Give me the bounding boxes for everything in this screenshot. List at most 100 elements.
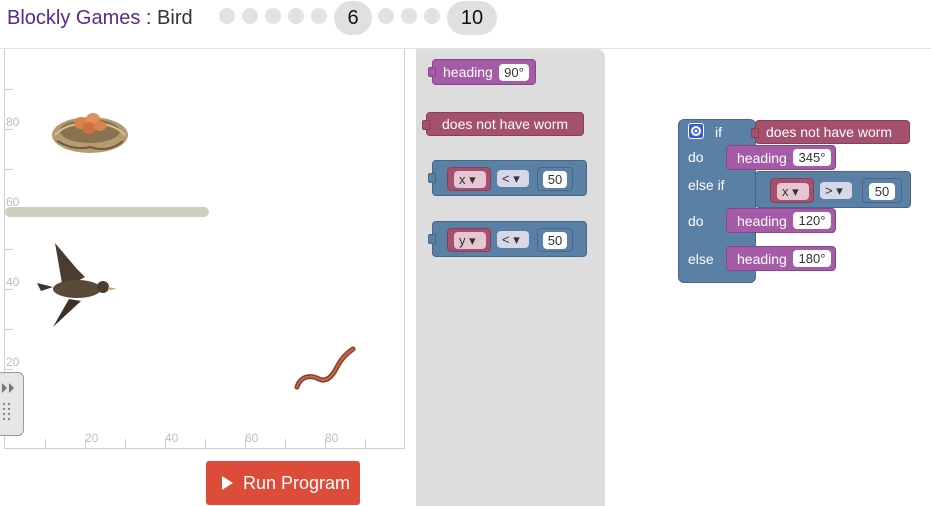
y-axis-label-20: 20 — [6, 355, 20, 369]
number-block[interactable]: 50 — [537, 228, 573, 252]
app-title: Blockly Games : Bird — [7, 7, 193, 30]
x-tick — [45, 439, 46, 448]
x-tick — [285, 439, 286, 448]
heading-angle-field[interactable]: 345° — [793, 149, 831, 166]
y-tick — [5, 169, 13, 170]
y-axis-label-80: 80 — [6, 115, 20, 129]
level-10-button[interactable]: 10 — [447, 1, 497, 35]
level-3-button[interactable] — [265, 8, 281, 24]
x-tick — [125, 439, 126, 448]
wall — [5, 207, 209, 217]
do-label: do — [688, 213, 704, 229]
nest-icon — [52, 113, 128, 153]
heading-label: heading — [737, 213, 787, 229]
x-axis-label-60: 60 — [245, 431, 259, 445]
flyout-toggle-tab[interactable] — [0, 372, 24, 436]
y-tick — [5, 129, 13, 130]
number-block[interactable]: 50 — [537, 167, 573, 191]
heading-label: heading — [737, 150, 787, 166]
heading-label: heading — [737, 251, 787, 267]
operator-value: < — [502, 232, 510, 247]
x-axis-label-40: 40 — [165, 431, 179, 445]
operator-value: > — [825, 183, 833, 198]
else-if-label: else if — [688, 177, 725, 193]
heading-angle-field[interactable]: 180° — [793, 250, 831, 267]
y-variable-block[interactable]: y ▾ — [447, 228, 491, 252]
x-variable-dropdown[interactable]: x ▾ — [777, 183, 809, 200]
heading-block[interactable]: heading 345° — [726, 145, 836, 170]
block-tab — [428, 234, 436, 244]
game-visualization: 80 60 40 20 20 40 60 80 — [4, 49, 405, 449]
level-1-button[interactable] — [219, 8, 235, 24]
number-block[interactable]: 50 — [862, 178, 902, 203]
compare-operator-dropdown[interactable]: < ▾ — [497, 170, 529, 187]
gear-icon[interactable] — [688, 123, 704, 139]
block-tab — [422, 120, 430, 130]
compare-operator-dropdown[interactable]: < ▾ — [497, 231, 529, 248]
expand-arrows-icon — [2, 383, 14, 420]
compare-x-block[interactable]: x ▾ < ▾ 50 — [428, 160, 587, 196]
x-variable-block[interactable]: x ▾ — [447, 167, 491, 191]
x-tick — [85, 439, 86, 448]
heading-block[interactable]: heading 90° — [428, 59, 536, 85]
x-variable-block[interactable]: x ▾ — [770, 178, 814, 203]
level-7-button[interactable] — [378, 8, 394, 24]
heading-block[interactable]: heading 180° — [726, 246, 836, 271]
x-tick — [205, 439, 206, 448]
does-not-have-worm-label: does not have worm — [766, 124, 893, 140]
block-tab — [428, 67, 436, 77]
x-tick — [325, 439, 326, 448]
run-program-label: Run Program — [243, 473, 351, 493]
level-5-button[interactable] — [311, 8, 327, 24]
run-program-button[interactable]: Run Program — [206, 461, 360, 505]
x-tick — [165, 439, 166, 448]
level-6-current-button[interactable]: 6 — [334, 1, 372, 35]
level-2-button[interactable] — [242, 8, 258, 24]
heading-angle-field[interactable]: 90° — [499, 64, 529, 81]
x-tick — [365, 439, 366, 448]
title-separator: : — [140, 7, 158, 29]
block-tab — [428, 173, 436, 183]
y-tick — [5, 289, 13, 290]
do-label: do — [688, 149, 704, 165]
x-tick — [245, 439, 246, 448]
compare-operator-dropdown[interactable]: > ▾ — [820, 182, 852, 199]
block-tab — [751, 128, 759, 138]
x-axis-label-20: 20 — [85, 431, 99, 445]
does-not-have-worm-label: does not have worm — [442, 116, 569, 132]
app-name-link[interactable]: Blockly Games — [7, 7, 140, 29]
level-9-button[interactable] — [424, 8, 440, 24]
header: Blockly Games : Bird 6 10 — [0, 0, 931, 40]
compare-y-block[interactable]: y ▾ < ▾ 50 — [428, 221, 587, 257]
toolbox-flyout: heading 90° does not have worm x ▾ < ▾ 5… — [416, 49, 605, 506]
number-field[interactable]: 50 — [543, 171, 567, 188]
x-variable-value: x — [459, 172, 466, 187]
number-field[interactable]: 50 — [869, 183, 895, 200]
y-tick — [5, 249, 13, 250]
level-8-button[interactable] — [401, 8, 417, 24]
if-label: if — [715, 124, 722, 140]
y-tick — [5, 329, 13, 330]
x-axis-label-80: 80 — [325, 431, 339, 445]
play-icon — [222, 476, 233, 490]
y-variable-dropdown[interactable]: y ▾ — [454, 232, 486, 249]
heading-label: heading — [443, 64, 493, 80]
does-not-have-worm-block[interactable]: does not have worm — [422, 112, 584, 136]
x-variable-dropdown[interactable]: x ▾ — [454, 171, 486, 188]
else-label: else — [688, 251, 714, 267]
y-axis-label-40: 40 — [6, 275, 20, 289]
level-4-button[interactable] — [288, 8, 304, 24]
y-tick — [5, 89, 13, 90]
number-field[interactable]: 50 — [543, 232, 567, 249]
x-variable-value: x — [782, 184, 789, 199]
blocks-workspace[interactable]: if does not have worm do heading 345° el… — [605, 49, 931, 506]
game-name: Bird — [157, 7, 193, 29]
compare-x-block[interactable]: x ▾ > ▾ 50 — [755, 171, 911, 208]
heading-block[interactable]: heading 120° — [726, 208, 836, 233]
y-tick — [5, 369, 13, 370]
does-not-have-worm-block[interactable]: does not have worm — [751, 120, 910, 144]
y-variable-value: y — [459, 233, 466, 248]
heading-angle-field[interactable]: 120° — [793, 212, 831, 229]
worm-icon — [294, 346, 356, 390]
operator-value: < — [502, 171, 510, 186]
